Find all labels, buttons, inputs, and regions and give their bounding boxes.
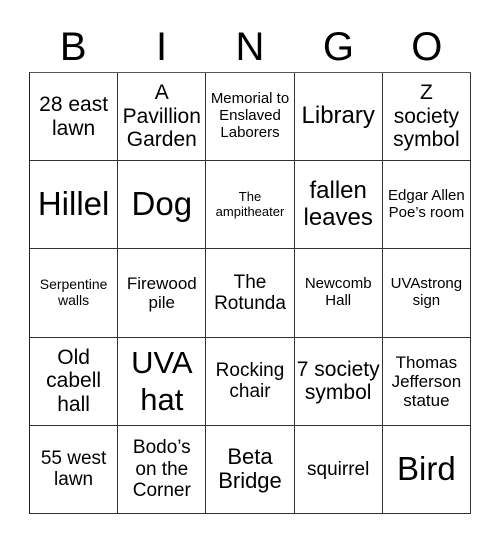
cell-label: Edgar Allen Poe’s room [388, 186, 465, 221]
cell-label: Beta Bridge [218, 443, 282, 494]
bingo-cell[interactable]: 7 society symbol [294, 337, 383, 426]
cell-label: Dog [131, 185, 193, 223]
bingo-cell[interactable]: fallen leaves [294, 161, 383, 250]
bingo-header: B I N G O [29, 22, 471, 72]
bingo-cell[interactable]: Bird [382, 425, 471, 514]
bingo-cell[interactable]: Edgar Allen Poe’s room [382, 161, 471, 250]
header-letter-n: N [235, 25, 265, 69]
cell-label: Bodo’s on the Corner [132, 437, 191, 502]
cell-label: Thomas Jefferson statue [391, 352, 462, 410]
header-letter-g: G [322, 25, 354, 69]
cell-label: squirrel [307, 458, 370, 480]
header-letter-o: O [411, 25, 443, 69]
cell-label: Library [301, 102, 375, 130]
bingo-cell[interactable]: A Pavillion Garden [118, 73, 207, 162]
cell-label: 28 east lawn [39, 93, 109, 140]
cell-label: 55 west lawn [40, 448, 107, 491]
cell-label: UVA hat [131, 345, 193, 418]
cell-label: Z society symbol [393, 81, 460, 152]
bingo-cell[interactable]: The ampitheater [206, 161, 295, 250]
cell-label: Serpentine walls [39, 276, 108, 308]
bingo-cell[interactable]: Library [294, 73, 383, 162]
header-letter-b: B [59, 25, 87, 69]
bingo-cell[interactable]: Beta Bridge [206, 425, 295, 514]
cell-label: Firewood pile [126, 273, 197, 312]
cell-label: Rocking chair [215, 359, 285, 403]
bingo-cell[interactable]: UVAstrong sign [382, 249, 471, 338]
cell-label: A Pavillion Garden [122, 81, 201, 152]
cell-label: fallen leaves [303, 176, 373, 231]
bingo-cell[interactable]: Hillel [30, 161, 119, 250]
cell-label: Memorial to Enslaved Laborers [210, 90, 290, 141]
bingo-cell[interactable]: UVA hat [118, 337, 207, 426]
cell-label: Hillel [37, 185, 110, 223]
bingo-cell[interactable]: Thomas Jefferson statue [382, 337, 471, 426]
bingo-cell[interactable]: Rocking chair [206, 337, 295, 426]
bingo-cell[interactable]: Firewood pile [118, 249, 207, 338]
cell-label: 7 society symbol [296, 357, 380, 405]
bingo-cell[interactable]: The Rotunda [206, 249, 295, 338]
bingo-cell[interactable]: Bodo’s on the Corner [118, 425, 207, 514]
bingo-cell[interactable]: Old cabell hall [30, 337, 119, 426]
bingo-cell[interactable]: Z society symbol [382, 73, 471, 162]
cell-label: Bird [397, 449, 456, 487]
bingo-cell[interactable]: 55 west lawn [30, 425, 119, 514]
header-letter-i: I [156, 25, 168, 69]
cell-label: Old cabell hall [46, 345, 102, 416]
cell-label: The Rotunda [214, 271, 286, 314]
bingo-cell[interactable]: Serpentine walls [30, 249, 119, 338]
cell-label: The ampitheater [215, 189, 285, 219]
bingo-cell[interactable]: Memorial to Enslaved Laborers [206, 73, 295, 162]
bingo-cell[interactable]: Newcomb Hall [294, 249, 383, 338]
bingo-board: 28 east lawn A Pavillion Garden Memorial… [29, 72, 471, 514]
bingo-cell[interactable]: squirrel [294, 425, 383, 514]
bingo-cell[interactable]: 28 east lawn [30, 73, 119, 162]
bingo-cell[interactable]: Dog [118, 161, 207, 250]
cell-label: Newcomb Hall [304, 275, 372, 309]
cell-label: UVAstrong sign [390, 275, 463, 309]
